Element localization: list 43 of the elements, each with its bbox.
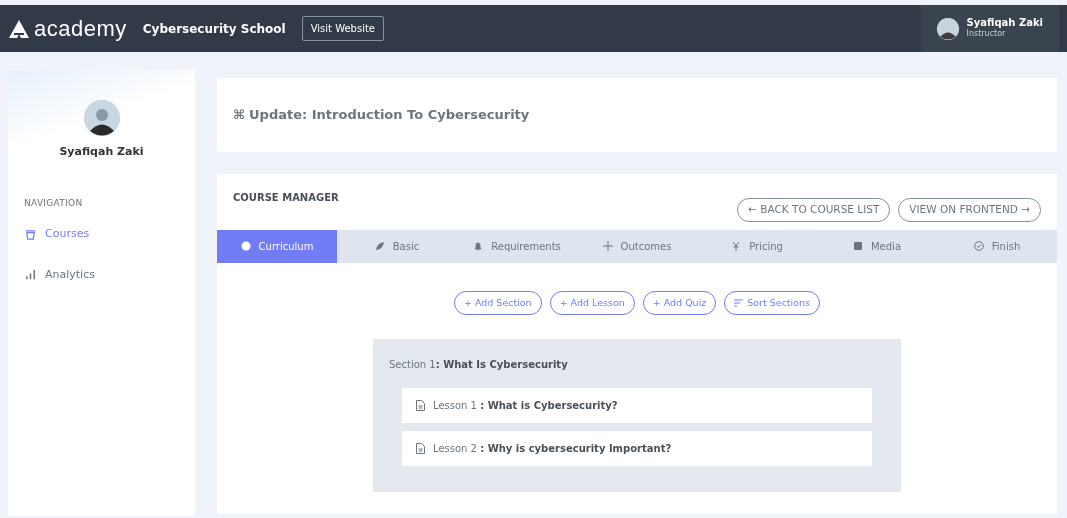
check-circle-icon [973, 240, 984, 251]
document-icon [416, 400, 425, 411]
action-button[interactable]: VIEW ON FRONTEND → [898, 198, 1041, 222]
tab[interactable]: Finish [937, 229, 1057, 263]
user-menu[interactable]: Syafiqah Zaki Instructor [920, 5, 1059, 52]
leaf-icon [374, 240, 385, 251]
image-icon [852, 240, 863, 251]
user-name: Syafiqah Zaki [59, 144, 144, 160]
lesson-row[interactable]: Lesson 1 : What is Cybersecurity? [402, 388, 872, 423]
card-title: COURSE MANAGER [233, 191, 339, 205]
sort-icon [734, 299, 744, 308]
page-title: Update: Introduction To Cybersecurity [249, 106, 530, 125]
lesson-title: Lesson 1 : What is Cybersecurity? [433, 399, 618, 413]
tab[interactable]: Media [817, 229, 937, 263]
school-name: Cybersecurity School [142, 20, 286, 38]
tab[interactable]: Outcomes [577, 229, 697, 263]
sidebar-item[interactable]: Courses [24, 226, 179, 243]
document-icon [416, 443, 425, 454]
yen-icon [731, 240, 742, 251]
toolbar-button[interactable]: + Add Quiz [642, 290, 717, 315]
tab[interactable]: Curriculum [217, 229, 337, 263]
section-title: Section 1: What Is Cybersecurity [389, 358, 569, 372]
bar-chart-icon [24, 268, 37, 282]
logo: academy [34, 15, 127, 43]
basket-icon [24, 227, 37, 241]
tab[interactable]: Pricing [697, 229, 817, 263]
lesson-title: Lesson 2 : Why is cybersecurity Important? [433, 442, 672, 456]
lesson-row[interactable]: Lesson 2 : Why is cybersecurity Important? [402, 431, 872, 466]
toolbar-button[interactable]: + Add Section [453, 290, 542, 315]
info-icon [240, 240, 251, 251]
move-icon [602, 240, 613, 251]
logo-icon [8, 18, 30, 39]
toolbar-button[interactable]: Sort Sections [724, 290, 821, 315]
tab[interactable]: Requirements [457, 229, 577, 263]
navigation-heading: NAVIGATION [23, 196, 84, 210]
sidebar-item[interactable]: Analytics [24, 266, 179, 283]
toolbar-button[interactable]: + Add Lesson [549, 290, 635, 315]
bell-icon [473, 240, 484, 251]
action-button[interactable]: ← BACK TO COURSE LIST [737, 198, 891, 222]
command-icon: ⌘ [233, 105, 246, 125]
visit-website-button[interactable]: Visit Website [301, 16, 385, 41]
avatar-icon [936, 17, 959, 40]
tab[interactable]: Basic [337, 229, 457, 263]
